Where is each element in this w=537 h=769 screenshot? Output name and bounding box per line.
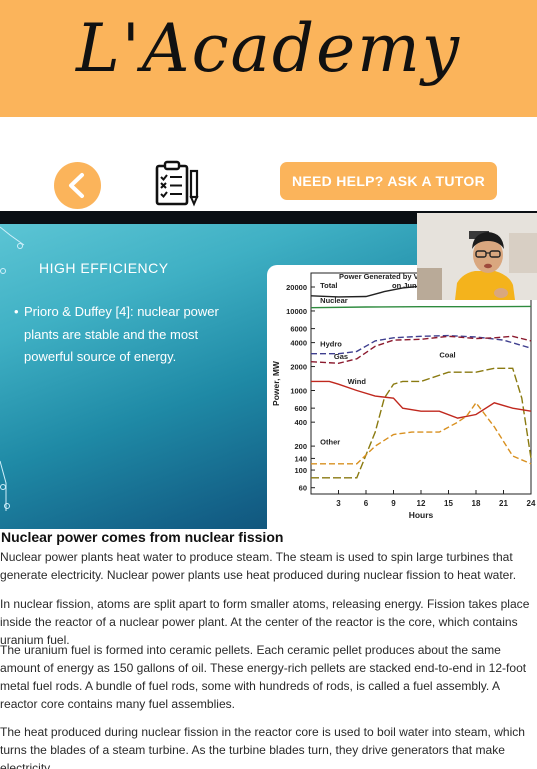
article-paragraph: Nuclear power plants heat water to produ… <box>0 550 517 582</box>
slide-heading: HIGH EFFICIENCY <box>39 260 169 276</box>
series-label-gas: Gas <box>334 352 348 361</box>
decor-circle <box>17 243 23 249</box>
y-tick-label: 2000 <box>290 363 307 372</box>
y-tick-label: 10000 <box>286 307 307 316</box>
decor-circle <box>4 503 10 509</box>
series-label-other: Other <box>320 437 340 446</box>
x-tick-label: 21 <box>499 499 508 508</box>
bullet-dot-icon: • <box>14 304 19 319</box>
article-paragraph: The uranium fuel is formed into ceramic … <box>0 643 527 711</box>
y-tick-label: 6000 <box>290 325 307 334</box>
x-tick-label: 6 <box>364 499 369 508</box>
article-paragraph: The heat produced during nuclear fission… <box>0 725 525 769</box>
header-banner: L'Academy <box>0 0 537 117</box>
slide-bullet: • Prioro & Duffey [4]: nuclear power pla… <box>14 301 246 369</box>
series-line-nuclear <box>310 305 532 309</box>
y-tick-label: 100 <box>294 466 307 475</box>
x-tick-label: 24 <box>527 499 536 508</box>
y-tick-label: 200 <box>294 442 307 451</box>
x-tick-label: 12 <box>417 499 426 508</box>
chart-title: Power Generated by V <box>339 272 419 281</box>
decor-circle <box>0 484 6 490</box>
series-line-other <box>311 401 532 465</box>
x-tick-label: 9 <box>391 499 396 508</box>
y-tick-label: 1000 <box>290 387 307 396</box>
y-tick-label: 400 <box>294 418 307 427</box>
y-tick-label: 60 <box>299 484 307 493</box>
slide-decoration-lines <box>0 226 25 511</box>
series-label-total: Total <box>320 281 337 290</box>
checklist-icon[interactable] <box>152 160 202 208</box>
back-button[interactable] <box>54 162 101 209</box>
power-chart-svg: 3 6 9 12 15 18 21 24 60 100 140 200 400 600 1000 2000 40… <box>271 272 536 520</box>
x-tick-label: 3 <box>336 499 341 508</box>
y-axis-label: Power, MW <box>271 360 281 406</box>
series-line-wind <box>311 380 532 419</box>
article-title: Nuclear power comes from nuclear fission <box>1 529 284 545</box>
x-axis-label: Hours <box>409 510 434 520</box>
y-tick-label: 140 <box>294 454 307 463</box>
article-content: Nuclear power comes from nuclear fission… <box>0 529 537 769</box>
series-label-wind: Wind <box>348 377 367 386</box>
power-chart: 3 6 9 12 15 18 21 24 60 100 140 200 400 600 1000 2000 40… <box>267 265 537 529</box>
tutor-webcam <box>417 213 537 300</box>
tutor-video-frame <box>417 213 537 300</box>
slide-bullet-text: Prioro & Duffey [4]: nuclear power plant… <box>24 304 219 364</box>
y-tick-label: 20000 <box>286 283 307 292</box>
chevron-left-icon <box>69 173 84 198</box>
x-tick-label: 15 <box>444 499 453 508</box>
app-logo-title: L'Academy <box>75 10 462 87</box>
y-tick-label: 600 <box>294 404 307 413</box>
decor-circle <box>0 268 6 274</box>
series-line-coal <box>311 367 532 479</box>
ask-tutor-button[interactable]: NEED HELP? ASK A TUTOR <box>280 162 497 200</box>
x-tick-label: 18 <box>472 499 481 508</box>
series-label-nuclear: Nuclear <box>320 296 348 305</box>
y-tick-label: 4000 <box>290 339 307 348</box>
series-label-coal: Coal <box>439 350 455 359</box>
series-label-hydro: Hydro <box>320 339 342 348</box>
